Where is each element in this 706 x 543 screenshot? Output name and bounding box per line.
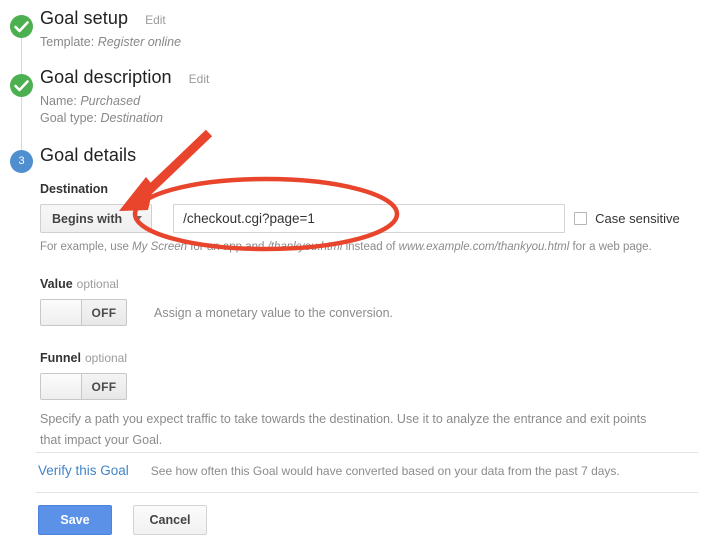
destination-url-input[interactable] [173, 204, 566, 233]
goal-setup-summary: Template: Register online [40, 34, 181, 51]
match-type-value: Begins with [52, 211, 123, 226]
form-actions: Save Cancel [38, 505, 207, 535]
case-sensitive-checkbox[interactable] [574, 212, 588, 225]
step-marker-goal-details: 3 [10, 150, 33, 173]
template-value: Register online [97, 35, 182, 49]
name-line: Name: Purchased [40, 93, 209, 110]
case-sensitive-group[interactable]: Case sensitive [574, 211, 680, 226]
help-mid2: instead of [342, 241, 399, 253]
value-label: Value optional [40, 277, 706, 291]
funnel-toggle-row: OFF [40, 365, 706, 400]
help-suffix: for a web page. [569, 241, 652, 253]
help-mid1: for an app and [187, 241, 268, 253]
value-label-text: Value [40, 277, 73, 291]
value-optional-tag: optional [76, 277, 119, 291]
verify-this-goal-link[interactable]: Verify this Goal [38, 463, 129, 478]
step-marker-goal-setup [10, 15, 33, 38]
toggle-knob [41, 374, 82, 399]
divider [36, 452, 698, 453]
edit-link-goal-description[interactable]: Edit [189, 72, 210, 86]
cancel-button[interactable]: Cancel [133, 505, 207, 535]
name-label: Name: [40, 94, 77, 108]
edit-link-goal-setup[interactable]: Edit [145, 13, 166, 27]
verify-row: Verify this Goal See how often this Goal… [38, 463, 620, 478]
section-header: Goal description Edit [40, 67, 209, 88]
help-prefix: For example, use [40, 241, 133, 253]
funnel-label: Funnel optional [40, 351, 706, 365]
value-toggle-row: OFF Assign a monetary value to the conve… [40, 291, 706, 326]
funnel-label-text: Funnel [40, 351, 81, 365]
help-example-path: /thankyou.html [267, 241, 343, 253]
value-toggle[interactable]: OFF [40, 299, 127, 326]
destination-help-text: For example, use My Screen for an app an… [40, 240, 706, 255]
goal-type-value: Destination [100, 111, 164, 125]
destination-label: Destination [40, 182, 109, 196]
case-sensitive-label: Case sensitive [595, 211, 680, 226]
check-icon [14, 80, 29, 92]
step-marker-goal-description [10, 74, 33, 97]
funnel-toggle-state: OFF [91, 379, 117, 394]
chevron-down-icon [134, 216, 143, 221]
section-header: Goal details [40, 145, 706, 166]
goal-description-summary: Name: Purchased Goal type: Destination [40, 93, 209, 127]
funnel-optional-tag: optional [84, 351, 128, 365]
section-goal-description: Goal description Edit Name: Purchased Go… [40, 67, 209, 127]
value-description: Assign a monetary value to the conversio… [154, 305, 394, 320]
section-goal-details: Goal details Destination Begins with Cas… [40, 145, 706, 451]
goal-type-label: Goal type: [40, 111, 97, 125]
template-label: Template: [40, 35, 95, 49]
funnel-toggle[interactable]: OFF [40, 373, 127, 400]
name-value: Purchased [80, 94, 141, 108]
check-icon [14, 21, 29, 33]
match-type-dropdown[interactable]: Begins with [40, 204, 153, 233]
toggle-knob [41, 300, 82, 325]
goal-details-page: 3 Goal setup Edit Template: Register onl… [0, 0, 706, 543]
goal-type-line: Goal type: Destination [40, 110, 209, 127]
section-header: Goal setup Edit [40, 8, 181, 29]
verify-note: See how often this Goal would have conve… [150, 464, 620, 478]
help-example-app: My Screen [132, 241, 188, 253]
divider [36, 492, 698, 493]
funnel-description: Specify a path you expect traffic to tak… [40, 412, 647, 447]
help-example-url: www.example.com/thankyou.html [398, 241, 570, 253]
step-number-label: 3 [18, 155, 25, 167]
page-title-goal-setup: Goal setup [40, 8, 129, 28]
section-goal-setup: Goal setup Edit Template: Register onlin… [40, 8, 181, 51]
save-button[interactable]: Save [38, 505, 112, 535]
page-title-goal-description: Goal description [40, 67, 172, 87]
destination-row: Begins with Case sensitive [40, 204, 706, 233]
value-toggle-state: OFF [91, 305, 117, 320]
page-title-goal-details: Goal details [40, 145, 137, 165]
